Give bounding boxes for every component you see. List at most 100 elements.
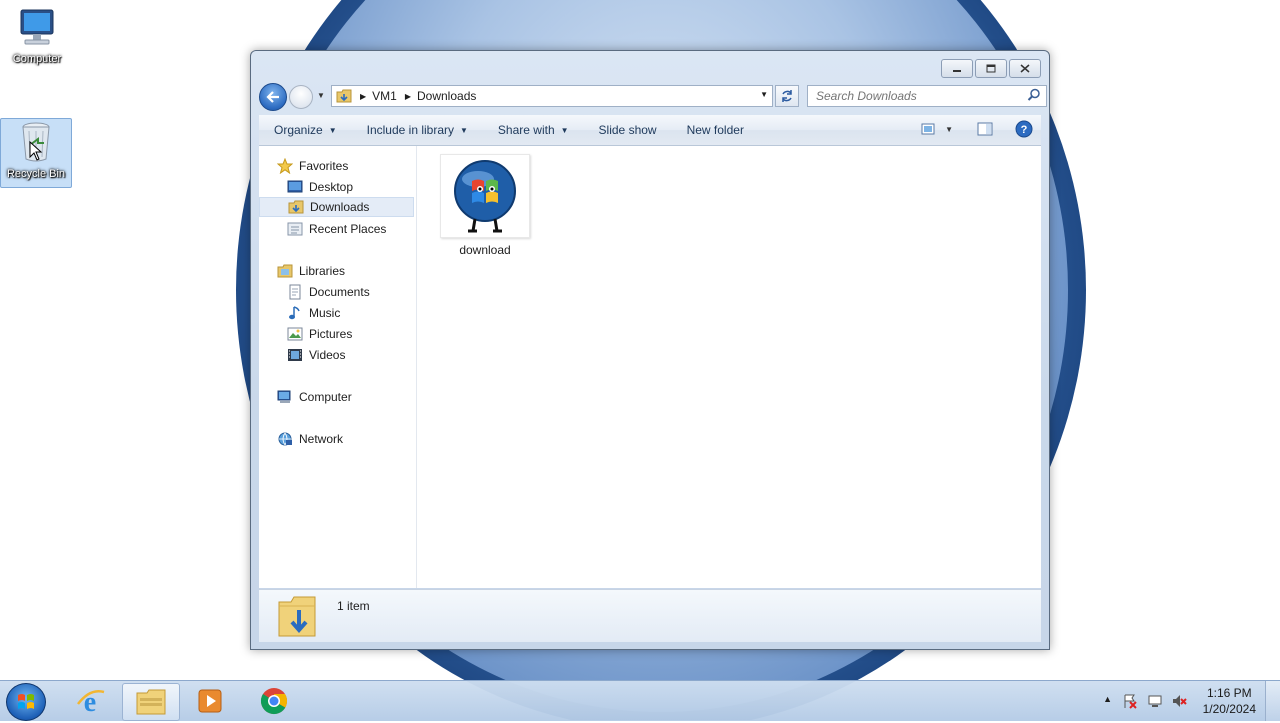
documents-icon — [289, 284, 301, 300]
nav-pictures[interactable]: Pictures — [287, 324, 352, 344]
chrome-icon — [260, 688, 288, 715]
nav-desktop[interactable]: Desktop — [287, 177, 353, 197]
breadcrumb-downloads[interactable]: Downloads — [417, 89, 476, 103]
taskbar: e ▲ 1:16 PM 1/20/2024 — [0, 680, 1280, 721]
clock[interactable]: 1:16 PM 1/20/2024 — [1203, 685, 1256, 717]
nav-videos-label: Videos — [309, 348, 346, 362]
chevron-down-icon: ▼ — [460, 125, 468, 135]
breadcrumb-vm1[interactable]: VM1 — [372, 89, 397, 103]
include-in-library-button[interactable]: Include in library ▼ — [352, 123, 483, 137]
windows-explorer-icon — [136, 689, 166, 715]
nav-downloads-label: Downloads — [310, 200, 370, 214]
file-thumbnail — [440, 154, 530, 238]
share-with-button[interactable]: Share with ▼ — [483, 123, 584, 137]
desktop-icon-label: Computer — [12, 53, 62, 65]
nav-documents-label: Documents — [309, 285, 370, 299]
show-desktop-button[interactable] — [1265, 681, 1280, 721]
change-view-icon[interactable] — [921, 123, 935, 135]
navigation-pane: Favorites Desktop Downloads Recent Place… — [259, 146, 417, 588]
file-name: download — [459, 243, 511, 257]
nav-network-label: Network — [299, 432, 344, 446]
preview-pane-icon[interactable] — [977, 122, 993, 136]
computer-icon — [277, 390, 291, 403]
taskbar-chrome[interactable] — [246, 683, 302, 719]
show-hidden-icons-button[interactable]: ▲ — [1103, 694, 1112, 704]
chevron-down-icon: ▼ — [560, 125, 569, 135]
action-center-flag-icon[interactable] — [1122, 693, 1138, 709]
back-arrow-icon — [266, 91, 279, 103]
chevron-down-icon: ▼ — [328, 125, 337, 135]
desktop-icon — [287, 180, 303, 193]
star-icon — [277, 158, 293, 174]
nav-favorites-label: Favorites — [299, 159, 349, 173]
address-bar[interactable]: ▶ VM1 ▶ Downloads ▼ — [331, 85, 773, 107]
svg-text:?: ? — [1021, 124, 1028, 136]
windows-logo-icon — [18, 694, 34, 709]
desktop-icon-computer[interactable]: Computer — [2, 6, 72, 72]
close-button[interactable] — [1009, 59, 1041, 78]
mouse-cursor-icon — [29, 141, 43, 161]
search-icon[interactable] — [1027, 88, 1041, 102]
file-list-pane: download — [417, 146, 1041, 588]
nav-videos[interactable]: Videos — [287, 345, 345, 365]
clock-date: 1/20/2024 — [1202, 702, 1256, 716]
more-views-dropdown[interactable]: ▼ — [945, 125, 953, 134]
breadcrumb-separator[interactable]: ▶ — [360, 92, 366, 101]
recent-places-icon — [287, 222, 303, 236]
refresh-icon — [782, 90, 792, 102]
slide-show-label: Slide show — [598, 123, 657, 137]
network-tray-icon[interactable] — [1147, 693, 1163, 709]
search-input[interactable] — [814, 86, 1028, 106]
desktop-icon-recycle-bin[interactable]: Recycle Bin — [0, 118, 72, 188]
videos-icon — [288, 349, 302, 361]
minimize-button[interactable] — [941, 59, 973, 78]
recent-pages-dropdown[interactable]: ▼ — [317, 91, 325, 100]
nav-recent-places[interactable]: Recent Places — [287, 219, 386, 239]
details-pane: 1 item — [259, 589, 1041, 642]
window-caption-buttons — [941, 59, 1041, 78]
volume-muted-icon[interactable] — [1171, 693, 1187, 709]
address-row: ▼ ▶ VM1 ▶ Downloads ▼ — [259, 83, 1047, 111]
item-count: 1 item — [337, 599, 370, 613]
explorer-window: ▼ ▶ VM1 ▶ Downloads ▼ Search Downloads O… — [250, 50, 1050, 650]
libraries-icon — [277, 264, 293, 278]
address-history-dropdown[interactable]: ▼ — [760, 90, 768, 99]
breadcrumb-separator[interactable]: ▶ — [405, 92, 411, 101]
pictures-icon — [287, 327, 303, 341]
taskbar-internet-explorer[interactable]: e — [62, 683, 118, 719]
nav-documents[interactable]: Documents — [287, 282, 370, 302]
nav-music[interactable]: Music — [287, 303, 340, 323]
downloads-folder-icon — [288, 200, 304, 214]
organize-button[interactable]: Organize ▼ — [259, 123, 352, 137]
help-icon[interactable]: ? — [1015, 120, 1033, 138]
maximize-button[interactable] — [975, 59, 1007, 78]
internet-explorer-icon: e — [77, 687, 105, 716]
nav-network[interactable]: Network — [277, 429, 343, 449]
search-box[interactable] — [807, 85, 1047, 107]
file-item[interactable]: download — [437, 154, 533, 257]
minimize-icon — [953, 69, 961, 72]
restore-icon — [986, 64, 996, 73]
slide-show-button[interactable]: Slide show — [584, 123, 672, 137]
organize-label: Organize — [274, 123, 323, 137]
command-bar: Organize ▼ Include in library ▼ Share wi… — [259, 115, 1041, 146]
nav-favorites[interactable]: Favorites — [277, 156, 348, 176]
start-button[interactable] — [6, 683, 46, 721]
forward-button[interactable] — [289, 85, 313, 109]
clock-time: 1:16 PM — [1206, 686, 1252, 700]
nav-computer-label: Computer — [299, 390, 352, 404]
close-icon — [1020, 64, 1030, 73]
new-folder-label: New folder — [686, 123, 744, 137]
taskbar-media-player[interactable] — [182, 683, 238, 719]
nav-libraries[interactable]: Libraries — [277, 261, 345, 281]
computer-icon — [20, 9, 54, 45]
windows-mascot-image-icon — [454, 160, 516, 233]
include-in-library-label: Include in library — [366, 123, 454, 137]
refresh-button[interactable] — [775, 85, 799, 107]
nav-downloads[interactable]: Downloads — [259, 197, 414, 217]
new-folder-button[interactable]: New folder — [672, 123, 759, 137]
back-button[interactable] — [259, 83, 287, 111]
nav-computer[interactable]: Computer — [277, 387, 352, 407]
taskbar-windows-explorer[interactable] — [122, 683, 180, 721]
media-player-icon — [198, 689, 222, 713]
